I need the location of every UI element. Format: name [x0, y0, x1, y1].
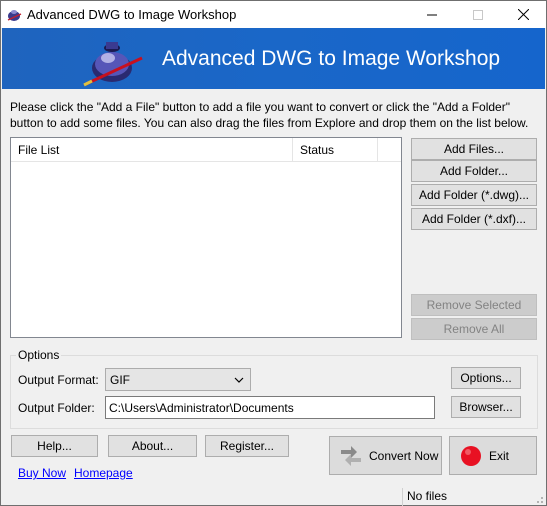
app-window: Advanced DWG to Image Workshop Advanced …	[0, 0, 547, 506]
add-folder-dwg-button[interactable]: Add Folder (*.dwg)...	[411, 184, 537, 206]
remove-selected-button[interactable]: Remove Selected	[411, 294, 537, 316]
close-icon	[517, 9, 529, 20]
maximize-icon	[473, 9, 483, 20]
add-folder-button[interactable]: Add Folder...	[411, 160, 537, 182]
minimize-button[interactable]	[409, 1, 455, 28]
chevron-down-icon	[234, 377, 244, 383]
convert-now-button[interactable]: Convert Now	[329, 436, 442, 475]
options-group-label: Options	[16, 348, 62, 362]
column-header-status[interactable]: Status	[293, 138, 378, 162]
window-title: Advanced DWG to Image Workshop	[27, 7, 237, 22]
maximize-button[interactable]	[455, 1, 501, 28]
output-format-label: Output Format:	[18, 373, 99, 387]
browse-button[interactable]: Browser...	[451, 396, 521, 418]
status-separator	[402, 488, 403, 506]
output-format-value: GIF	[110, 373, 130, 387]
ink-pot-quill-icon	[83, 42, 143, 87]
banner-title: Advanced DWG to Image Workshop	[162, 47, 501, 70]
instructions-text: Please click the "Add a File" button to …	[10, 100, 529, 130]
add-files-button[interactable]: Add Files...	[411, 138, 537, 160]
resize-grip-icon[interactable]	[534, 494, 544, 504]
add-folder-dxf-button[interactable]: Add Folder (*.dxf)...	[411, 208, 537, 230]
title-bar: Advanced DWG to Image Workshop	[1, 1, 546, 28]
file-list-header: File List Status	[11, 138, 401, 162]
app-icon	[7, 10, 22, 21]
file-list[interactable]: File List Status	[10, 137, 402, 338]
exit-label: Exit	[489, 448, 510, 463]
buy-now-link[interactable]: Buy Now	[18, 466, 66, 480]
help-button[interactable]: Help...	[11, 435, 98, 457]
about-button[interactable]: About...	[108, 435, 197, 457]
output-folder-input[interactable]: C:\Users\Administrator\Documents	[105, 396, 435, 419]
homepage-link[interactable]: Homepage	[74, 466, 133, 480]
exit-button[interactable]: Exit	[449, 436, 537, 475]
output-folder-label: Output Folder:	[18, 401, 95, 415]
register-button[interactable]: Register...	[205, 435, 289, 457]
convert-arrows-icon	[341, 445, 361, 466]
remove-all-button[interactable]: Remove All	[411, 318, 537, 340]
options-button[interactable]: Options...	[451, 367, 521, 389]
convert-now-label: Convert Now	[369, 448, 439, 463]
header-banner: Advanced DWG to Image Workshop	[2, 28, 545, 89]
output-format-select[interactable]: GIF	[105, 368, 251, 391]
status-text: No files	[407, 489, 448, 503]
close-button[interactable]	[500, 1, 546, 28]
status-bar: No files	[2, 486, 546, 506]
column-header-file-list[interactable]: File List	[11, 138, 293, 162]
minimize-icon	[427, 14, 437, 15]
stop-icon	[461, 445, 481, 466]
output-folder-value: C:\Users\Administrator\Documents	[109, 401, 294, 415]
